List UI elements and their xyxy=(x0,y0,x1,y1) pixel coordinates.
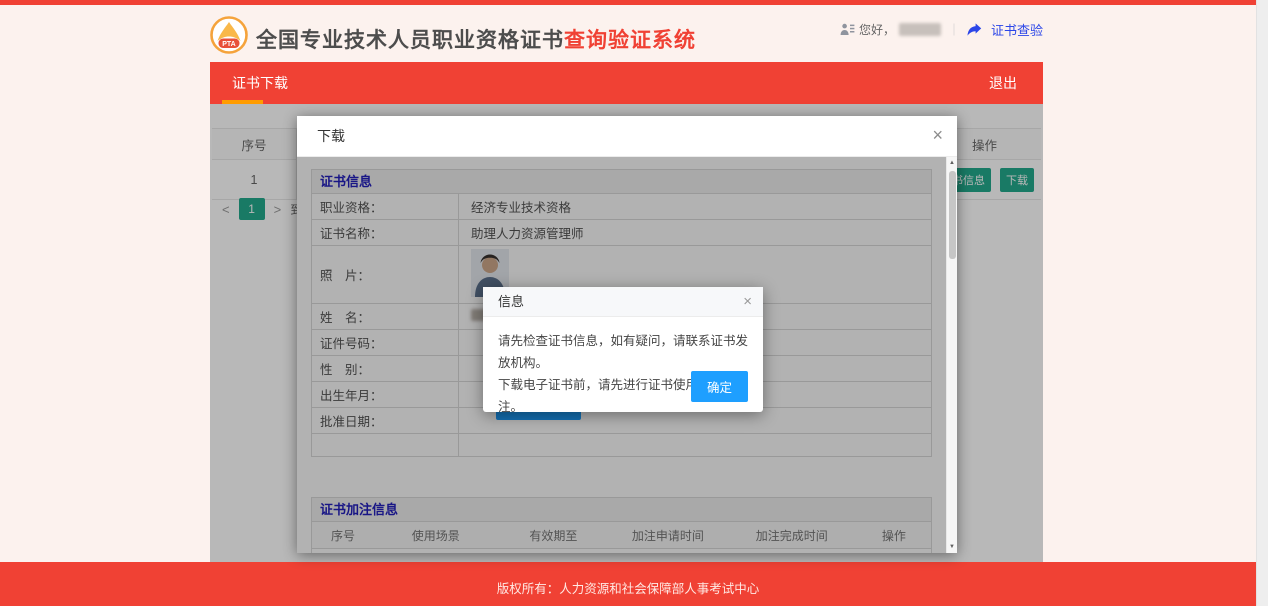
tab-cert-download-label: 证书下载 xyxy=(232,75,288,91)
ok-button[interactable]: 确定 xyxy=(691,371,748,402)
greeting-text: 您好， xyxy=(859,21,895,38)
site-header: PTA 全国专业技术人员职业资格证书查询验证系统 您好， ｜ xyxy=(210,12,1043,62)
download-modal-header: 下载 × xyxy=(297,116,957,157)
user-name-redacted xyxy=(899,23,941,36)
divider: ｜ xyxy=(948,21,960,38)
info-modal: 信息 × 请先检查证书信息，如有疑问，请联系证书发放机构。 下载电子证书前，请先… xyxy=(483,287,763,412)
site-title-accent: 查询验证系统 xyxy=(564,29,696,52)
site-title: 全国专业技术人员职业资格证书查询验证系统 xyxy=(256,24,696,54)
site-title-main: 全国专业技术人员职业资格证书 xyxy=(256,29,564,52)
info-modal-title: 信息 xyxy=(498,287,524,317)
browser-scrollbar[interactable] xyxy=(1256,0,1268,606)
download-modal-title: 下载 xyxy=(317,116,345,157)
logo-text: PTA xyxy=(222,41,235,48)
tab-cert-download[interactable]: 证书下载 xyxy=(210,62,310,104)
footer: 版权所有：人力资源和社会保障部人事考试中心 xyxy=(0,562,1256,606)
copyright-text: 版权所有：人力资源和社会保障部人事考试中心 xyxy=(497,578,760,606)
share-arrow-icon xyxy=(967,23,982,36)
user-icon xyxy=(840,23,855,36)
pta-logo-icon: PTA xyxy=(210,16,248,54)
info-modal-header: 信息 × xyxy=(483,287,763,317)
scroll-down-icon[interactable]: ▼ xyxy=(947,544,957,550)
cert-verify-link[interactable]: 证书查验 xyxy=(991,20,1043,39)
top-red-strip xyxy=(0,0,1256,5)
navbar: 证书下载 退出 xyxy=(210,62,1043,104)
download-modal-close-icon[interactable]: × xyxy=(932,125,943,146)
scroll-up-icon[interactable]: ▲ xyxy=(947,160,957,166)
logout-button[interactable]: 退出 xyxy=(963,62,1043,104)
page: PTA 全国专业技术人员职业资格证书查询验证系统 您好， ｜ xyxy=(0,0,1268,606)
info-modal-message: 请先检查证书信息，如有疑问，请联系证书发放机构。 下载电子证书前，请先进行证书使… xyxy=(483,317,763,418)
modal-scrollbar[interactable]: ▲ ▼ xyxy=(946,157,957,553)
info-line-1: 请先检查证书信息，如有疑问，请联系证书发放机构。 xyxy=(498,330,748,374)
scrollbar-thumb[interactable] xyxy=(949,171,956,259)
info-modal-footer: 确定 xyxy=(691,371,748,402)
info-modal-close-icon[interactable]: × xyxy=(743,293,752,310)
user-info: 您好， ｜ 证书查验 xyxy=(840,20,1043,39)
